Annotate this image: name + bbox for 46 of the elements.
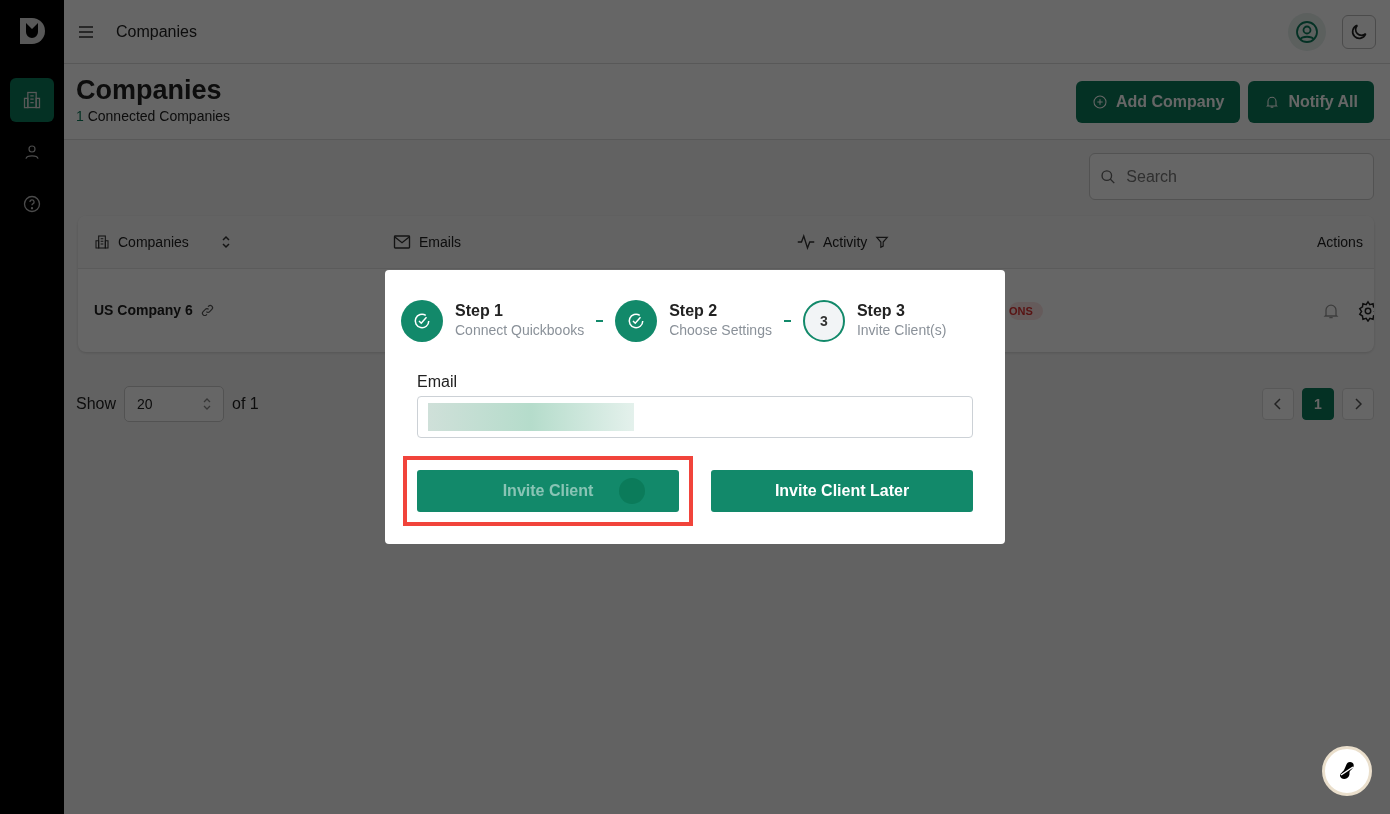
step-subtitle: Choose Settings bbox=[669, 321, 772, 341]
step-title: Step 3 bbox=[856, 300, 906, 321]
building-icon[interactable] bbox=[10, 78, 54, 122]
show-label: Show bbox=[76, 394, 117, 414]
chevron-right-icon bbox=[1354, 398, 1362, 410]
step-title: Step 1 bbox=[455, 300, 504, 321]
previous-page-button[interactable] bbox=[1262, 388, 1294, 420]
page-title: Companies bbox=[116, 21, 197, 42]
next-page-button[interactable] bbox=[1342, 388, 1374, 420]
sort-icon[interactable] bbox=[220, 235, 231, 249]
chat-button[interactable] bbox=[1322, 746, 1372, 796]
connected-count: 1 Connected Companies bbox=[76, 106, 231, 126]
step-number: 3 bbox=[802, 300, 845, 342]
activity-icon bbox=[797, 234, 815, 250]
add-company-button[interactable]: Add Company bbox=[1075, 80, 1241, 123]
page-button[interactable]: 1 bbox=[1302, 388, 1334, 420]
step-subtitle: Connect Quickbooks bbox=[455, 321, 585, 341]
page-count: of 1 bbox=[232, 394, 259, 414]
search-icon bbox=[1100, 167, 1117, 186]
step-subtitle: Invite Client(s) bbox=[856, 321, 947, 341]
filter-icon[interactable] bbox=[875, 235, 890, 249]
settings-icon[interactable] bbox=[1357, 299, 1374, 322]
plus-circle-icon bbox=[1091, 93, 1108, 110]
menu-icon[interactable] bbox=[78, 24, 94, 39]
column-header: Actions bbox=[1317, 232, 1363, 252]
moon-icon[interactable] bbox=[1342, 14, 1376, 49]
chevron-left-icon bbox=[1274, 398, 1282, 410]
step-title: Step 2 bbox=[669, 300, 719, 321]
chevron-icon bbox=[203, 398, 212, 410]
page-size-select[interactable]: 20 bbox=[124, 386, 225, 422]
profile-icon[interactable] bbox=[1288, 12, 1326, 51]
email-label: Email bbox=[417, 372, 458, 392]
building-icon bbox=[94, 234, 110, 250]
mail-icon bbox=[393, 234, 411, 250]
column-header: Emails bbox=[419, 232, 461, 252]
email-field[interactable] bbox=[417, 396, 973, 438]
column-header: Companies bbox=[118, 232, 189, 252]
invite-later-button[interactable]: Invite Client Later bbox=[711, 470, 973, 512]
company-name: US Company 6 bbox=[94, 301, 193, 320]
invite-client-button[interactable]: Invite Client bbox=[417, 470, 679, 512]
logo-icon bbox=[18, 16, 46, 46]
column-header: Activity bbox=[823, 232, 868, 252]
notify-all-button[interactable]: Notify All bbox=[1248, 80, 1374, 123]
heading: Companies bbox=[76, 76, 223, 106]
activity-badge: ONS bbox=[1009, 302, 1043, 320]
link-icon[interactable] bbox=[200, 304, 214, 317]
